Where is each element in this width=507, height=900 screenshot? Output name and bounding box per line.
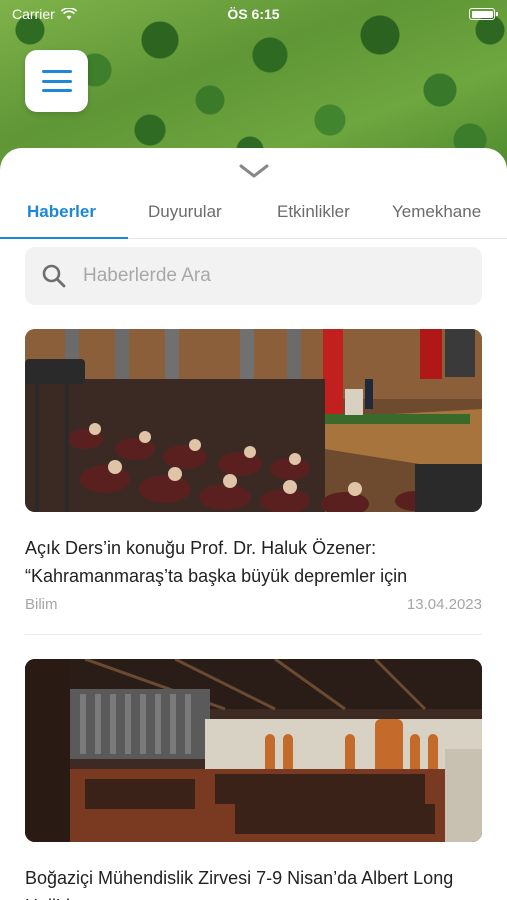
news-image-lecture-hall[interactable] — [25, 329, 482, 512]
status-time: ÖS 6:15 — [227, 6, 280, 22]
carrier-label: Carrier — [12, 6, 55, 22]
news-meta: Bilim 13.04.2023 — [25, 596, 482, 613]
menu-button[interactable] — [25, 50, 88, 112]
status-bar: Carrier ÖS 6:15 — [0, 0, 507, 28]
tab-haberler[interactable]: Haberler — [27, 198, 96, 238]
battery-icon — [469, 8, 498, 20]
tab-duyurular[interactable]: Duyurular — [148, 198, 222, 238]
menu-icon — [41, 70, 72, 92]
news-title[interactable]: Boğaziçi Mühendislik Zirvesi 7-9 Nisan’d… — [25, 864, 482, 900]
news-image-concert-hall[interactable] — [25, 659, 482, 842]
news-date: 13.04.2023 — [406, 596, 482, 613]
news-category: Bilim — [25, 596, 58, 613]
news-title[interactable]: Açık Ders’in konuğu Prof. Dr. Haluk Özen… — [25, 534, 482, 590]
search-bar[interactable] — [25, 247, 482, 305]
active-tab-indicator — [0, 237, 128, 239]
wifi-icon — [60, 8, 77, 20]
news-card[interactable]: Boğaziçi Mühendislik Zirvesi 7-9 Nisan’d… — [25, 659, 482, 900]
tab-bar: Haberler Duyurular Etkinlikler Yemekhane — [0, 198, 507, 240]
tab-etkinlikler[interactable]: Etkinlikler — [277, 198, 350, 238]
card-divider — [25, 634, 482, 635]
search-icon — [42, 264, 66, 288]
search-input[interactable] — [83, 265, 443, 287]
tab-yemekhane[interactable]: Yemekhane — [392, 198, 481, 238]
content-sheet: Haberler Duyurular Etkinlikler Yemekhane — [0, 148, 507, 900]
chevron-down-icon[interactable] — [238, 162, 270, 180]
news-card[interactable]: Açık Ders’in konuğu Prof. Dr. Haluk Özen… — [25, 329, 482, 613]
status-left: Carrier — [12, 6, 77, 22]
